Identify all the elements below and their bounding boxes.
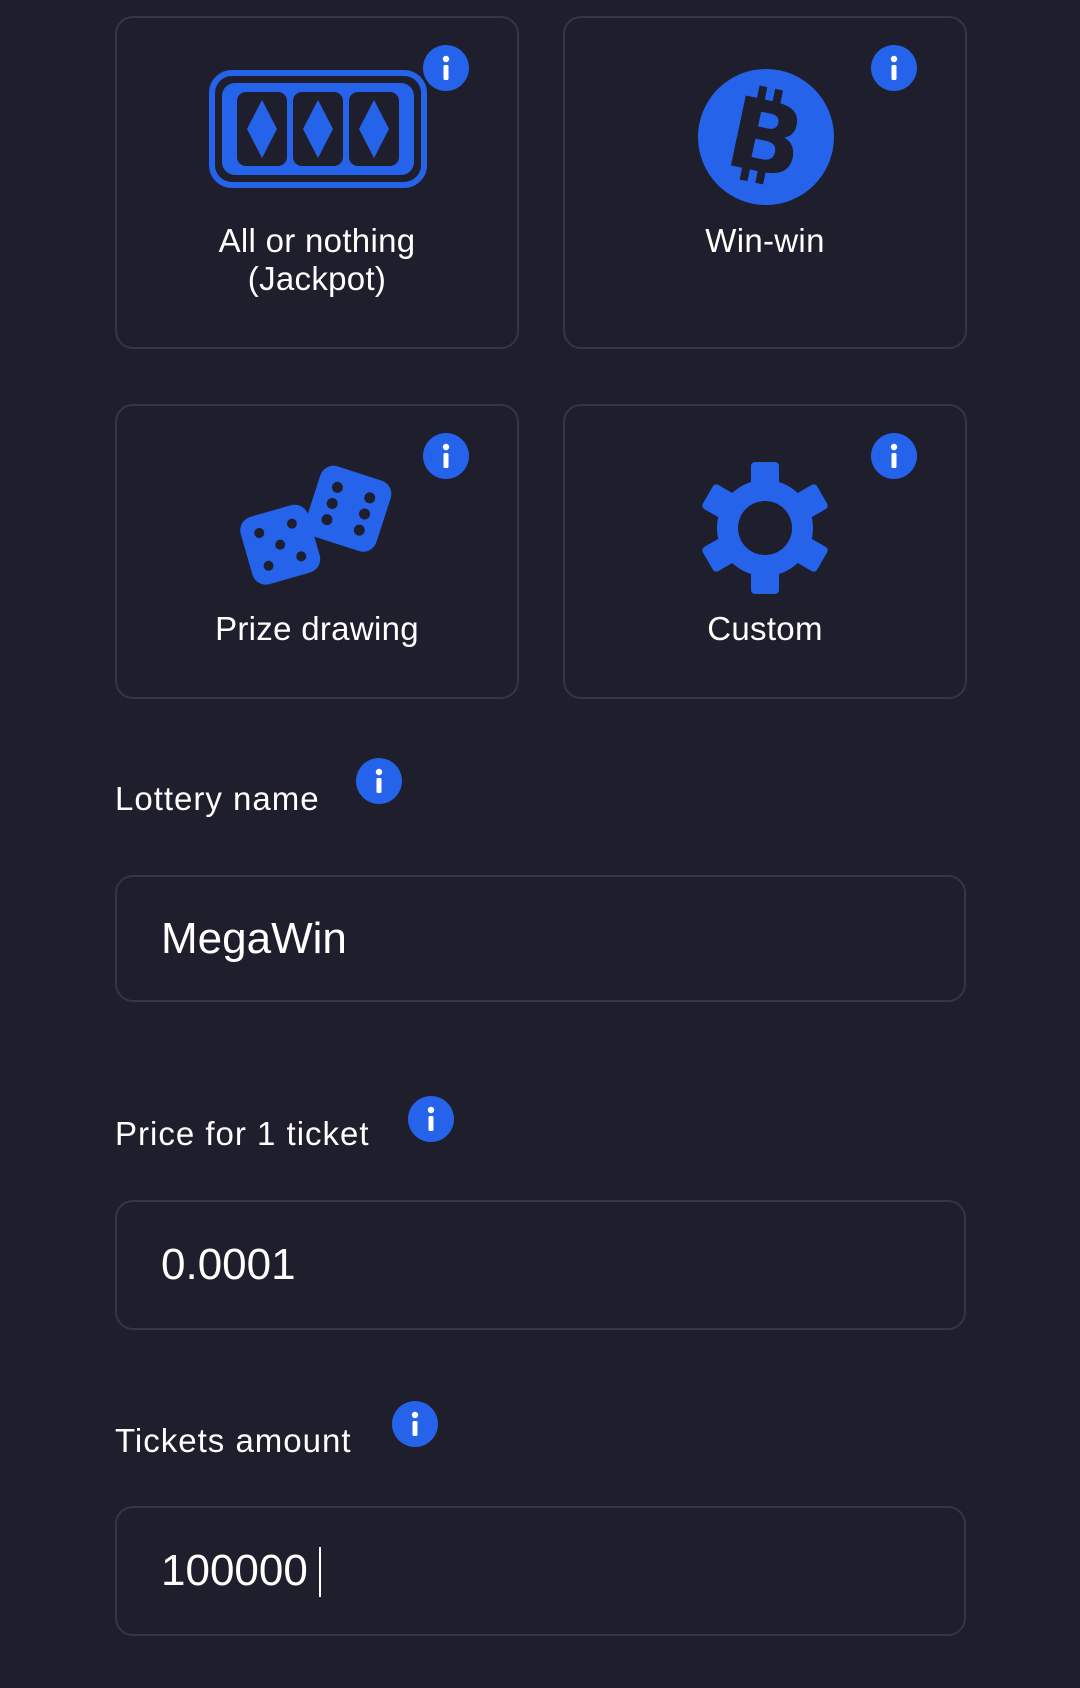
info-icon[interactable] (408, 1096, 454, 1142)
info-icon[interactable] (871, 433, 917, 479)
tickets-amount-input[interactable] (161, 1508, 921, 1634)
lottery-name-label: Lottery name (115, 780, 320, 817)
dice-icon (239, 462, 399, 591)
tickets-amount-field[interactable] (115, 1506, 966, 1636)
ticket-price-input[interactable] (161, 1202, 921, 1328)
slot-machine-icon (209, 70, 427, 193)
info-icon[interactable] (392, 1401, 438, 1447)
lottery-type-label: Win-win (705, 222, 825, 259)
lottery-type-label: Prize drawing (215, 610, 419, 647)
info-icon[interactable] (871, 45, 917, 91)
info-icon[interactable] (423, 45, 469, 91)
lottery-type-label: All or nothing (Jackpot) (218, 222, 416, 297)
tickets-amount-label: Tickets amount (115, 1422, 352, 1459)
lottery-type-card-prize-drawing[interactable]: Prize drawing (115, 404, 519, 699)
lottery-type-card-win-win[interactable]: B Win-win (563, 16, 967, 349)
gear-icon (697, 460, 833, 601)
lottery-type-label: Custom (707, 610, 823, 647)
bitcoin-icon: B (697, 68, 835, 211)
ticket-price-label: Price for 1 ticket (115, 1115, 370, 1152)
text-cursor (319, 1547, 321, 1597)
lottery-name-input[interactable] (161, 877, 921, 1000)
ticket-price-field[interactable] (115, 1200, 966, 1330)
lottery-type-card-jackpot[interactable]: All or nothing (Jackpot) (115, 16, 519, 349)
info-icon[interactable] (423, 433, 469, 479)
lottery-type-card-custom[interactable]: Custom (563, 404, 967, 699)
lottery-name-field[interactable] (115, 875, 966, 1002)
info-icon[interactable] (356, 758, 402, 804)
